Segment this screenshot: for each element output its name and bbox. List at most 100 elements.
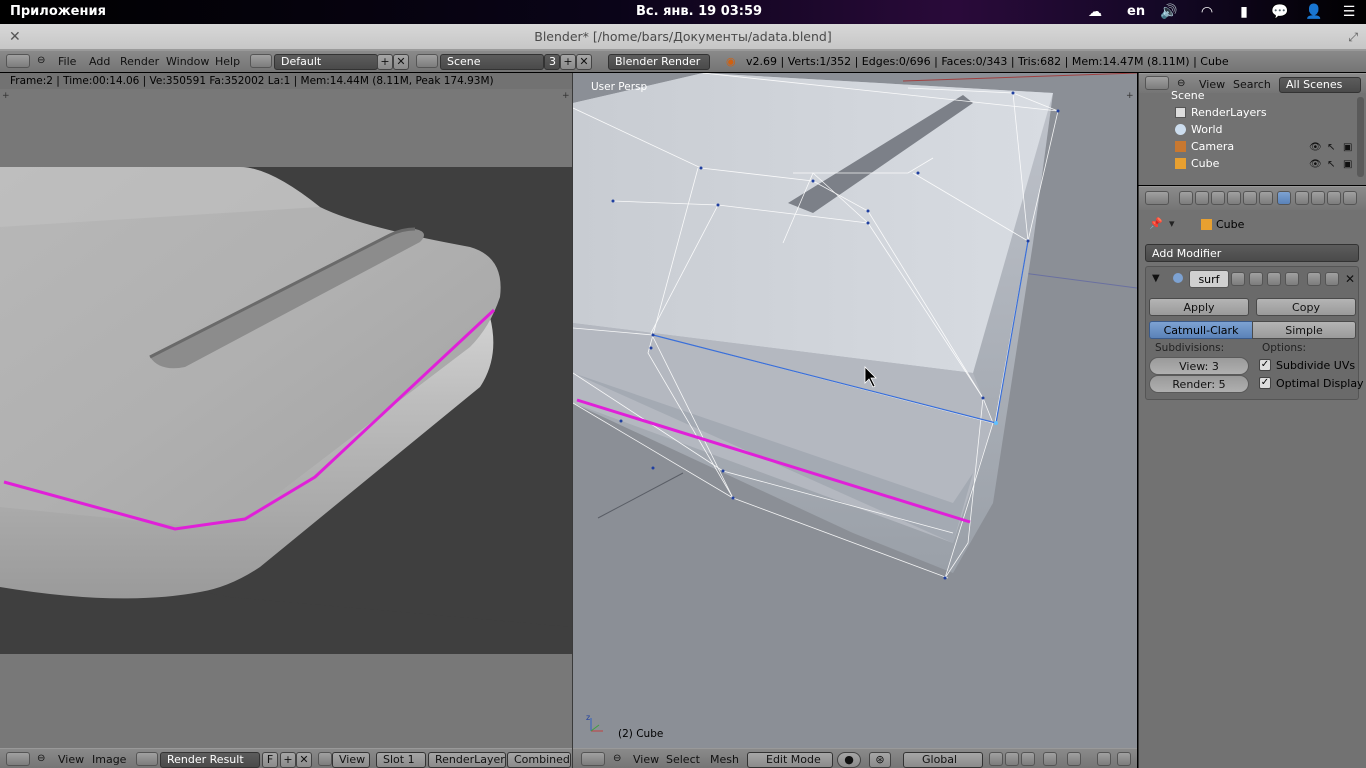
outliner-item-scene[interactable]: Scene: [1171, 89, 1205, 102]
visibility-eye-icon[interactable]: 👁: [1309, 159, 1322, 170]
battery-icon[interactable]: ▮: [1235, 3, 1253, 21]
add-modifier-dropdown[interactable]: Add Modifier: [1145, 244, 1359, 262]
editor-type-icon[interactable]: [6, 752, 30, 766]
cloud-icon[interactable]: ☁: [1086, 3, 1104, 21]
maximize-window-button[interactable]: ⤢: [1348, 24, 1358, 50]
volume-icon[interactable]: 🔊: [1160, 3, 1178, 21]
select-cursor-icon[interactable]: ↖: [1327, 159, 1335, 170]
outliner-scrollbar[interactable]: [1357, 97, 1364, 177]
layout-icon[interactable]: [250, 54, 272, 68]
menu-view[interactable]: View: [633, 753, 659, 766]
menu-mesh[interactable]: Mesh: [710, 753, 739, 766]
render-tab-icon[interactable]: [1179, 191, 1193, 205]
render-camera-icon[interactable]: ▣: [1343, 159, 1352, 170]
scene-icon[interactable]: [416, 54, 438, 68]
menu-icon[interactable]: ☰: [1340, 3, 1358, 21]
catmull-clark-option[interactable]: Catmull-Clark: [1149, 321, 1253, 339]
menu-add[interactable]: Add: [89, 55, 110, 68]
remove-modifier-icon[interactable]: ✕: [1345, 272, 1355, 286]
scene-tab-icon[interactable]: [1211, 191, 1225, 205]
editmode-toggle-icon[interactable]: [1267, 272, 1281, 286]
collapse-icon[interactable]: ⊖: [613, 753, 621, 764]
copy-button[interactable]: Copy: [1256, 298, 1356, 316]
texture-tab-icon[interactable]: [1327, 191, 1341, 205]
display-mode-selector[interactable]: All Scenes: [1279, 77, 1361, 93]
menu-window[interactable]: Window: [166, 55, 209, 68]
viewport-toggle-icon[interactable]: [1249, 272, 1263, 286]
layer-icon[interactable]: [989, 752, 1003, 766]
menu-select[interactable]: Select: [666, 753, 700, 766]
layer-icon[interactable]: [1005, 752, 1019, 766]
collapse-icon[interactable]: ⊖: [37, 55, 45, 66]
object-tab-icon[interactable]: [1243, 191, 1257, 205]
outliner-item-renderlayers[interactable]: RenderLayers: [1191, 106, 1267, 119]
menu-search[interactable]: Search: [1233, 78, 1271, 91]
collapse-icon[interactable]: ⊖: [37, 753, 45, 764]
menu-view[interactable]: View: [58, 753, 84, 766]
orientation-selector[interactable]: Global: [903, 752, 983, 768]
render-engine-selector[interactable]: Blender Render: [608, 54, 710, 70]
menu-file[interactable]: File: [58, 55, 76, 68]
render-camera-icon[interactable]: ▣: [1343, 142, 1352, 153]
render-icon[interactable]: [1117, 752, 1131, 766]
modifiers-tab-icon[interactable]: [1277, 191, 1291, 205]
simple-option[interactable]: Simple: [1252, 321, 1356, 339]
wifi-icon[interactable]: ◠: [1198, 3, 1216, 21]
unlink-image-button[interactable]: ✕: [296, 752, 312, 768]
3d-viewport[interactable]: User Persp (2) Cube z +: [573, 73, 1137, 748]
add-layout-button[interactable]: +: [377, 54, 393, 70]
shading-selector[interactable]: ●: [837, 752, 861, 768]
new-image-button[interactable]: +: [280, 752, 296, 768]
select-cursor-icon[interactable]: ↖: [1327, 142, 1335, 153]
modifier-name-field[interactable]: surf: [1189, 270, 1229, 288]
area-corner-icon[interactable]: +: [1126, 91, 1134, 101]
user-icon[interactable]: 👤: [1305, 3, 1323, 21]
pivot-selector[interactable]: ⊛: [869, 752, 891, 768]
move-down-icon[interactable]: [1325, 272, 1339, 286]
scene-selector[interactable]: Scene: [440, 54, 544, 70]
remove-scene-button[interactable]: ✕: [576, 54, 592, 70]
view-levels-field[interactable]: View: 3: [1149, 357, 1249, 375]
physics-tab-icon[interactable]: [1343, 191, 1357, 205]
editor-type-icon[interactable]: [1145, 76, 1169, 90]
optimal-display-checkbox[interactable]: ✓: [1259, 377, 1271, 389]
move-up-icon[interactable]: [1307, 272, 1321, 286]
proportional-icon[interactable]: [1067, 752, 1081, 766]
outliner-item-world[interactable]: World: [1191, 123, 1223, 136]
constraints-tab-icon[interactable]: [1259, 191, 1273, 205]
collapse-modifier-icon[interactable]: ▼: [1152, 273, 1160, 284]
render-layer-selector[interactable]: RenderLayer: [428, 752, 506, 768]
layer-icon[interactable]: [1021, 752, 1035, 766]
menu-render[interactable]: Render: [120, 55, 159, 68]
editor-type-icon[interactable]: [6, 54, 30, 68]
image-editor[interactable]: Frame:2 | Time:00:14.06 | Ve:350591 Fa:3…: [0, 73, 572, 748]
outliner-item-camera[interactable]: Camera: [1191, 140, 1234, 153]
image-name-field[interactable]: Render Result: [160, 752, 260, 768]
apply-button[interactable]: Apply: [1149, 298, 1249, 316]
mode-selector[interactable]: Edit Mode: [747, 752, 833, 768]
subdivide-uvs-checkbox[interactable]: ✓: [1259, 359, 1271, 371]
render-pass-selector[interactable]: Combined: [507, 752, 571, 768]
keyboard-layout[interactable]: en: [1127, 4, 1145, 19]
menu-help[interactable]: Help: [215, 55, 240, 68]
layout-selector[interactable]: Default: [274, 54, 378, 70]
snap-icon[interactable]: [1043, 752, 1057, 766]
close-window-button[interactable]: ✕: [9, 24, 21, 50]
chat-icon[interactable]: 💬: [1271, 3, 1289, 21]
editor-type-icon[interactable]: [1145, 191, 1169, 205]
editor-type-icon[interactable]: [581, 752, 605, 766]
add-scene-button[interactable]: +: [560, 54, 576, 70]
occlude-icon[interactable]: [1097, 752, 1111, 766]
material-tab-icon[interactable]: [1311, 191, 1325, 205]
collapse-icon[interactable]: ⊖: [1177, 78, 1185, 89]
layers-tab-icon[interactable]: [1195, 191, 1209, 205]
image-browse-icon[interactable]: [136, 752, 158, 766]
view-selector[interactable]: View: [332, 752, 370, 768]
world-tab-icon[interactable]: [1227, 191, 1241, 205]
data-tab-icon[interactable]: [1295, 191, 1309, 205]
render-toggle-icon[interactable]: [1231, 272, 1245, 286]
area-corner-icon[interactable]: +: [562, 91, 570, 101]
slot-selector[interactable]: Slot 1: [376, 752, 426, 768]
clock[interactable]: Вс. янв. 19 03:59: [636, 4, 762, 19]
fake-user-button[interactable]: F: [262, 752, 278, 768]
